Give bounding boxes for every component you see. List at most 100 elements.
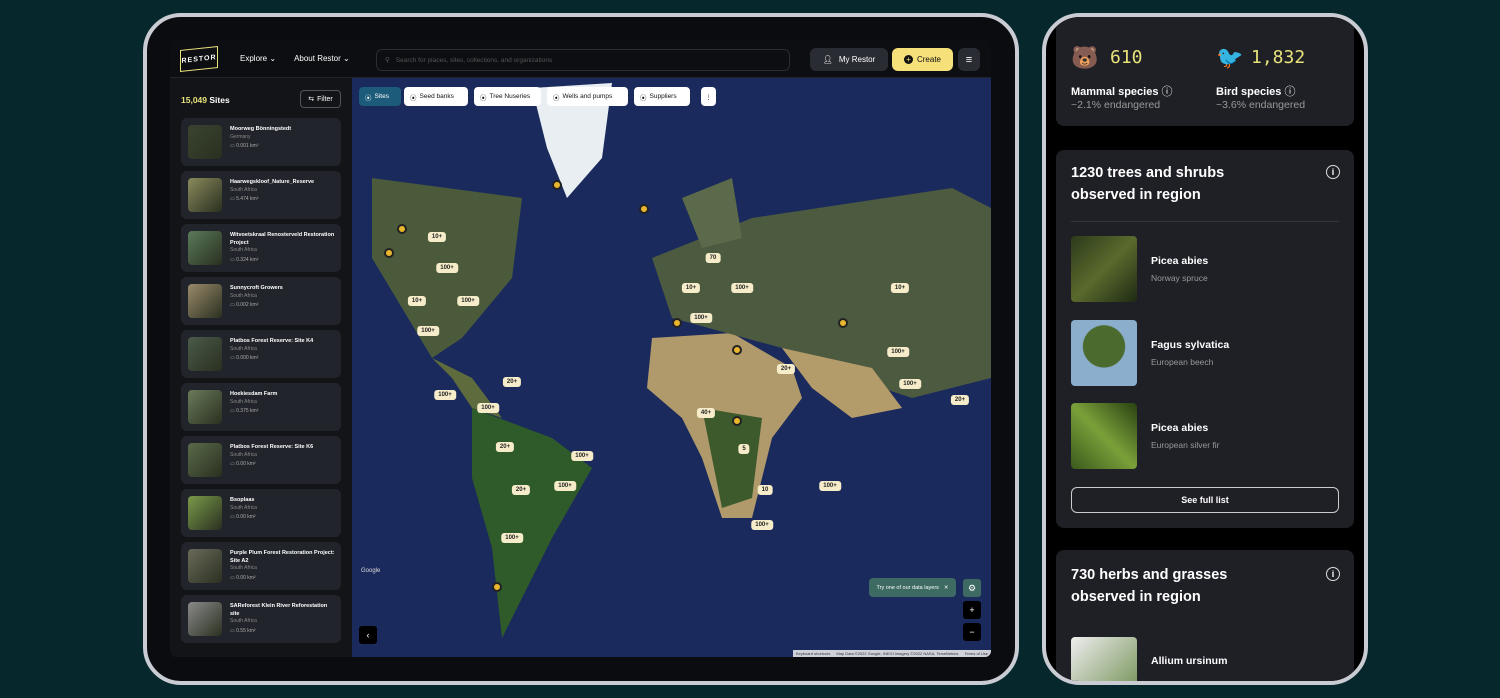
site-area: ▭ 0.001 km² <box>230 143 259 149</box>
cluster-marker[interactable]: 100+ <box>887 347 909 357</box>
cluster-marker[interactable]: 100+ <box>819 481 841 491</box>
site-card[interactable]: Haarwegskloof_Nature_Reserve South Afric… <box>181 171 341 219</box>
cluster-marker[interactable]: 100+ <box>434 390 456 400</box>
mammal-endangered: ~2.1% endangered <box>1071 99 1161 111</box>
site-card[interactable]: Witvoetskraal Renosterveld Restoration P… <box>181 224 341 272</box>
site-card[interactable]: Hoekiesdam Farm South Africa ▭ 0.375 km² <box>181 383 341 431</box>
site-card[interactable]: Purple Plum Forest Restoration Project: … <box>181 542 341 590</box>
cluster-marker[interactable]: 100+ <box>501 533 523 543</box>
filter-wells-and-pumps[interactable]: ⦿ Wells and pumps <box>547 87 628 106</box>
site-country: South Africa <box>230 292 257 299</box>
collapse-sidebar-button[interactable]: ‹ <box>359 626 377 644</box>
restor-logo[interactable]: RESTOR <box>180 45 218 72</box>
cluster-marker[interactable]: 10+ <box>427 232 447 242</box>
filter-sites[interactable]: ⦿ Sites <box>359 87 401 106</box>
site-name: Sunnycroft Growers <box>230 285 283 291</box>
zoom-in-button[interactable]: + <box>963 601 981 619</box>
site-card[interactable]: Platbos Forest Reserve: Site K6 South Af… <box>181 436 341 484</box>
site-card[interactable]: Sunnycroft Growers South Africa ▭ 0.002 … <box>181 277 341 325</box>
cluster-marker[interactable]: 100+ <box>457 296 479 306</box>
phone-frame: 🐻 610 Mammal species ⓘ ~2.1% endangered … <box>1042 13 1368 685</box>
bird-label: Bird species ⓘ <box>1216 86 1296 98</box>
site-pin[interactable] <box>552 180 562 190</box>
tree-name[interactable]: Picea abies <box>1151 255 1208 267</box>
data-layers-tooltip[interactable]: Try one of our data layers ✕ <box>869 578 956 597</box>
site-pin[interactable] <box>639 204 649 214</box>
info-icon[interactable]: ⓘ <box>1284 86 1295 98</box>
cluster-marker[interactable]: 100+ <box>731 283 753 293</box>
info-icon[interactable]: i <box>1326 165 1340 179</box>
site-pin[interactable] <box>732 345 742 355</box>
site-thumbnail <box>188 337 222 371</box>
filter-tree-nuseries[interactable]: ⦿ Tree Nuseries <box>474 87 541 106</box>
cluster-marker[interactable]: 20+ <box>776 364 796 374</box>
cluster-marker[interactable]: 100+ <box>436 263 458 273</box>
nav-explore[interactable]: Explore ⌄ <box>240 54 276 63</box>
user-icon: 👤︎ <box>822 55 833 64</box>
site-pin[interactable] <box>397 224 407 234</box>
terms-link[interactable]: Terms of Use <box>964 651 988 656</box>
tree-common-name: Norway spruce <box>1151 273 1208 283</box>
info-icon[interactable]: ⓘ <box>1162 86 1173 98</box>
search-input[interactable]: ⚲ Search for places, sites, collections, … <box>376 49 790 71</box>
cluster-marker[interactable]: 10+ <box>407 296 427 306</box>
cluster-marker[interactable]: 100+ <box>477 403 499 413</box>
cluster-marker[interactable]: 100+ <box>417 326 439 336</box>
area-icon: ▭ <box>230 574 235 581</box>
species-stats: 🐻 610 Mammal species ⓘ ~2.1% endangered … <box>1056 17 1354 126</box>
cluster-marker[interactable]: 5 <box>738 444 750 454</box>
site-pin[interactable] <box>838 318 848 328</box>
cluster-marker[interactable]: 10+ <box>681 283 701 293</box>
site-list[interactable]: Moorweg Bönningstedt Germany ▭ 0.001 km²… <box>181 118 341 648</box>
world-map[interactable]: ⦿ Sites ⦿ Seed banks ⦿ Tree Nuseries ⦿ Wells an… <box>352 78 991 657</box>
site-pin[interactable] <box>672 318 682 328</box>
nav-label: About Restor <box>294 54 341 63</box>
site-name: Witvoetskraal Renosterveld Restoration P… <box>230 232 335 246</box>
my-restor-button[interactable]: 👤︎ My Restor <box>810 48 888 71</box>
site-name: Bsoplaas <box>230 497 255 503</box>
create-button[interactable]: + Create <box>892 48 953 71</box>
herb-name[interactable]: Allium ursinum <box>1151 655 1227 667</box>
site-card[interactable]: SAReforest Klein River Reforestation sit… <box>181 595 341 643</box>
cluster-marker[interactable]: 70 <box>705 253 721 263</box>
cluster-marker[interactable]: 100+ <box>554 481 576 491</box>
tree-name[interactable]: Fagus sylvatica <box>1151 339 1229 351</box>
filter-seed-banks[interactable]: ⦿ Seed banks <box>404 87 468 106</box>
site-thumbnail <box>188 602 222 636</box>
tooltip-text: Try one of our data layers <box>876 584 939 591</box>
cluster-marker[interactable]: 20+ <box>502 377 522 387</box>
filter-suppliers[interactable]: ⦿ Suppliers <box>634 87 690 106</box>
close-icon[interactable]: ✕ <box>944 585 949 591</box>
cluster-marker[interactable]: 10 <box>757 485 773 495</box>
menu-icon[interactable]: ≡ <box>958 48 980 71</box>
site-card[interactable]: Bsoplaas South Africa ▭ 0.00 km² <box>181 489 341 537</box>
site-card[interactable]: Moorweg Bönningstedt Germany ▭ 0.001 km² <box>181 118 341 166</box>
site-pin[interactable] <box>384 248 394 258</box>
site-area: ▭ 0.55 km² <box>230 627 256 634</box>
cluster-marker[interactable]: 100+ <box>751 520 773 530</box>
layers-button[interactable]: ⚙ <box>963 579 981 597</box>
cluster-marker[interactable]: 10+ <box>890 283 910 293</box>
map-land <box>372 83 991 638</box>
tree-name[interactable]: Picea abies <box>1151 422 1208 434</box>
cluster-marker[interactable]: 20+ <box>495 442 515 452</box>
cluster-marker[interactable]: 100+ <box>899 379 921 389</box>
tree-image <box>1071 403 1137 469</box>
nav-about[interactable]: About Restor ⌄ <box>294 54 350 63</box>
keyboard-shortcuts-link[interactable]: Keyboard shortcuts <box>796 651 830 656</box>
cluster-marker[interactable]: 100+ <box>571 451 593 461</box>
site-pin[interactable] <box>732 416 742 426</box>
cluster-marker[interactable]: 100+ <box>690 313 712 323</box>
zoom-out-button[interactable]: − <box>963 623 981 641</box>
cluster-marker[interactable]: 20+ <box>511 485 531 495</box>
bird-icon: 🐦 <box>1216 45 1244 70</box>
site-card[interactable]: Platbos Forest Reserve: Site K4 South Af… <box>181 330 341 378</box>
cluster-marker[interactable]: 40+ <box>696 408 716 418</box>
site-pin[interactable] <box>492 582 502 592</box>
bird-count: 1,832 <box>1251 47 1306 68</box>
info-icon[interactable]: i <box>1326 567 1340 581</box>
see-full-list-button[interactable]: See full list <box>1071 487 1339 513</box>
cluster-marker[interactable]: 20+ <box>950 395 970 405</box>
filter-button[interactable]: ⇆ Filter <box>300 90 341 108</box>
more-filters-button[interactable]: ⋮ <box>701 87 716 106</box>
